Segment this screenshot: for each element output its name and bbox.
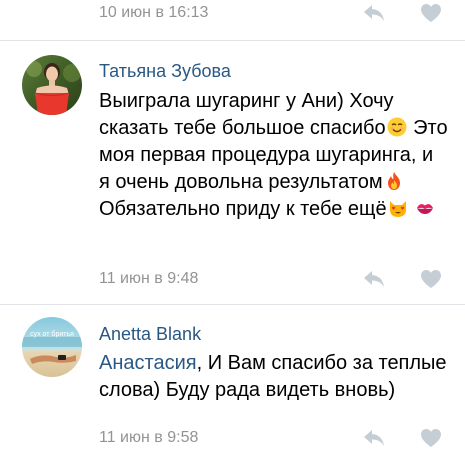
avatar[interactable] bbox=[22, 55, 82, 115]
avatar-photo bbox=[22, 55, 82, 115]
comment-item: сух от бритья Anetta Blank Анастасия, И … bbox=[0, 305, 465, 465]
like-heart-icon[interactable] bbox=[420, 428, 442, 448]
comment-text: Выиграла шугаринг у Ани) Хочу сказать те… bbox=[99, 88, 449, 223]
comment-text-part: Обязательно приду к тебе ещё bbox=[99, 198, 387, 220]
comment-item: Татьяна Зубова Выиграла шугаринг у Ани) … bbox=[0, 41, 465, 304]
fire-emoji bbox=[387, 172, 400, 190]
comment-text-part: Выиграла шугаринг у Ани) Хочу сказать те… bbox=[99, 90, 394, 139]
heart-eyes-cat-emoji bbox=[389, 201, 406, 217]
like-heart-icon[interactable] bbox=[420, 269, 442, 289]
avatar[interactable]: сух от бритья bbox=[22, 317, 82, 377]
smiling-face-emoji bbox=[387, 117, 407, 137]
reply-icon[interactable] bbox=[363, 4, 385, 22]
kiss-mark-emoji bbox=[417, 204, 434, 214]
comment-timestamp[interactable]: 11 июн в 9:58 bbox=[99, 429, 198, 447]
reply-icon[interactable] bbox=[363, 270, 385, 288]
like-heart-icon[interactable] bbox=[420, 3, 442, 23]
reply-icon[interactable] bbox=[363, 429, 385, 447]
mention-link[interactable]: Анастасия bbox=[99, 352, 197, 374]
comment-timestamp[interactable]: 11 июн в 9:48 bbox=[99, 270, 198, 288]
avatar-caption: сух от бритья bbox=[30, 330, 74, 338]
author-name-link[interactable]: Татьяна Зубова bbox=[99, 61, 231, 82]
avatar-photo: сух от бритья bbox=[22, 317, 82, 377]
author-name-link[interactable]: Anetta Blank bbox=[99, 324, 201, 345]
comments-feed: 10 июн в 16:13 Татьяна Зубова Выиграла ш… bbox=[0, 0, 465, 465]
comment-text: Анастасия, И Вам спасибо за теплые слова… bbox=[99, 350, 449, 404]
comment-timestamp[interactable]: 10 июн в 16:13 bbox=[99, 4, 208, 22]
comment-item: 10 июн в 16:13 bbox=[0, 0, 465, 40]
